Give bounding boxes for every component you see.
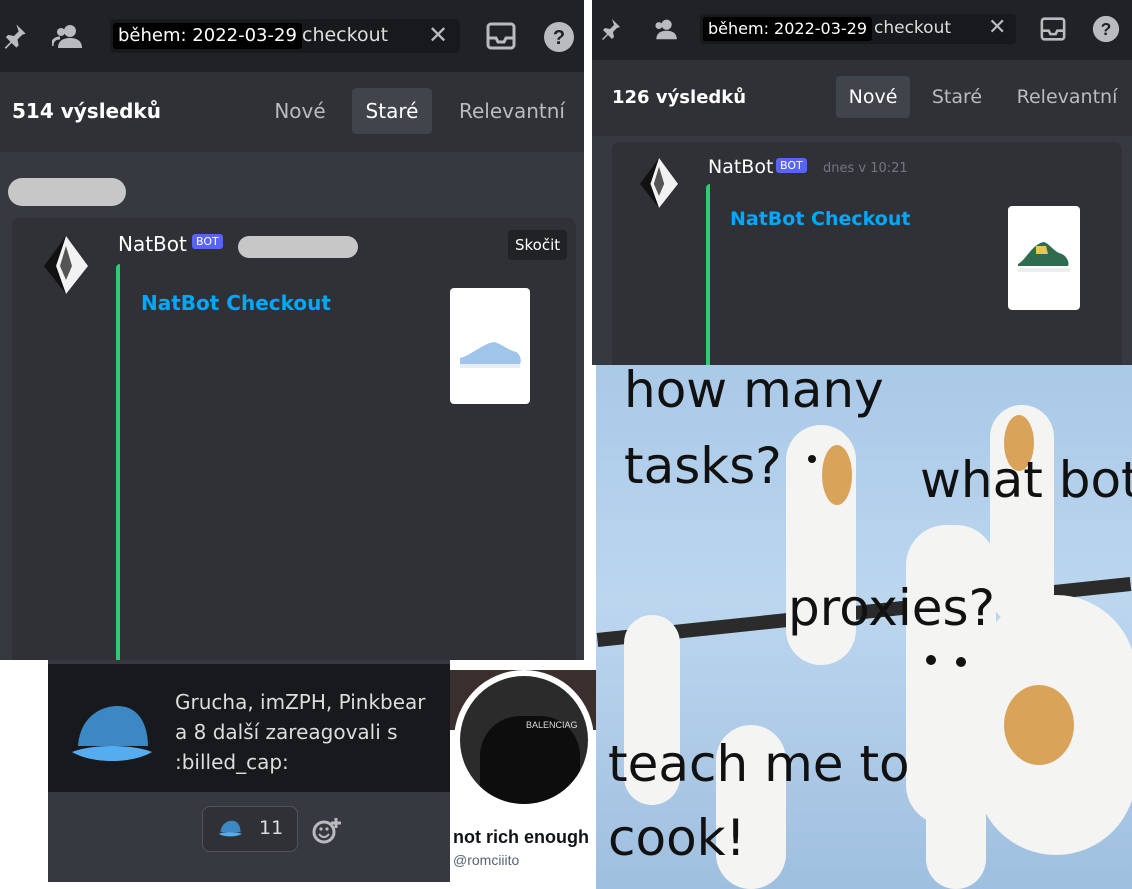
search-query: checkout <box>302 24 389 46</box>
inbox-icon[interactable] <box>1040 17 1066 41</box>
clear-icon[interactable]: ✕ <box>428 21 448 49</box>
results-count: 126 výsledků <box>612 87 747 108</box>
meme-text: teach me to <box>608 735 910 793</box>
reaction-tooltip: Grucha, imZPH, Pinkbear a 8 další zareag… <box>48 664 450 792</box>
left-search-panel: během: 2022-03-29 checkout ✕ ? 514 výsle… <box>0 0 584 660</box>
tab-relevant[interactable]: Relevantní <box>1004 76 1130 118</box>
sneaker-icon <box>460 342 521 368</box>
bot-badge: BOT <box>192 234 223 249</box>
reaction-users: Grucha, imZPH, Pinkbear <box>175 690 426 714</box>
help-icon[interactable]: ? <box>543 21 575 53</box>
seagull-eye <box>926 655 936 665</box>
results-header: 126 výsledků Nové Staré Relevantní <box>592 60 1132 136</box>
embed: NatBot Checkout <box>706 184 1102 365</box>
search-input[interactable]: během: 2022-03-29 checkout ✕ <box>700 14 1016 44</box>
reaction-others: a 8 další zareagovali s <box>175 720 398 744</box>
results-count: 514 výsledků <box>12 99 161 123</box>
username[interactable]: NatBot <box>708 156 773 178</box>
natbot-avatar <box>44 236 88 294</box>
meme-text: what bot <box>920 451 1132 509</box>
search-result[interactable]: NatBot BOT dnes v 10:21 NatBot Checkout <box>612 142 1122 365</box>
sneaker-thumbnail[interactable] <box>1008 206 1080 310</box>
seagull <box>926 765 986 889</box>
members-icon[interactable] <box>52 22 82 50</box>
search-input[interactable]: během: 2022-03-29 checkout ✕ <box>110 19 460 53</box>
seagull-beak <box>1004 685 1074 765</box>
embed: NatBot Checkout <box>116 264 552 660</box>
natbot-avatar <box>640 158 678 208</box>
tab-relevant[interactable]: Relevantní <box>448 88 576 134</box>
reaction-button[interactable]: 11 <box>202 806 298 852</box>
reaction-count: 11 <box>259 817 284 839</box>
seagulls-meme: how many tasks? what bot proxies? teach … <box>596 365 1132 889</box>
redacted-timestamp <box>238 236 358 258</box>
redacted-channel <box>8 178 126 206</box>
bot-badge: BOT <box>776 158 807 173</box>
right-search-panel: během: 2022-03-29 checkout ✕ ? 126 výsle… <box>592 0 1132 365</box>
svg-text:?: ? <box>1101 19 1112 39</box>
search-result[interactable]: NatBot BOT Skočit NatBot Checkout <box>12 218 576 660</box>
inbox-icon[interactable] <box>486 22 516 50</box>
tab-new[interactable]: Nové <box>262 88 338 134</box>
reaction-panel: Grucha, imZPH, Pinkbear a 8 další zareag… <box>48 660 450 882</box>
help-icon[interactable]: ? <box>1092 15 1120 43</box>
meme-text: cook! <box>608 809 746 867</box>
date-filter-chip[interactable]: během: 2022-03-29 <box>113 23 302 49</box>
date-filter-chip[interactable]: během: 2022-03-29 <box>703 17 873 41</box>
display-name[interactable]: not rich enough <box>453 827 589 848</box>
meme-text: how many <box>624 365 884 419</box>
reaction-emoji-name: :billed_cap: <box>175 750 289 774</box>
svg-text:?: ? <box>553 27 565 49</box>
seagull-beak <box>822 445 852 505</box>
timestamp: dnes v 10:21 <box>823 161 908 176</box>
seagull-eye <box>956 657 966 667</box>
shirt-logo: BALENCIAG <box>526 720 578 730</box>
meme-text: proxies? <box>788 579 996 637</box>
seagull-eye <box>808 455 816 463</box>
results-header: 514 výsledků Nové Staré Relevantní <box>0 72 584 152</box>
billed-cap-icon <box>72 706 152 761</box>
handle[interactable]: @romciiito <box>453 852 519 868</box>
pin-icon[interactable] <box>0 22 28 50</box>
search-query: checkout <box>874 18 952 38</box>
embed-title[interactable]: NatBot Checkout <box>141 291 331 315</box>
twitter-profile: BALENCIAG not rich enough @romciiito <box>450 670 610 882</box>
jump-button[interactable]: Skočit <box>508 230 568 260</box>
embed-title[interactable]: NatBot Checkout <box>730 208 910 230</box>
meme-text: tasks? <box>624 437 782 495</box>
tab-old[interactable]: Staré <box>920 76 994 118</box>
pin-icon[interactable] <box>598 17 622 41</box>
avatar[interactable]: BALENCIAG <box>460 676 588 804</box>
sneaker-icon <box>1018 242 1070 272</box>
members-icon[interactable] <box>650 17 678 41</box>
sneaker-thumbnail[interactable] <box>450 288 530 404</box>
tab-new[interactable]: Nové <box>836 76 910 118</box>
username[interactable]: NatBot <box>118 232 187 256</box>
tab-old[interactable]: Staré <box>352 88 432 134</box>
billed-cap-icon <box>218 820 242 837</box>
add-reaction-icon[interactable] <box>312 816 342 844</box>
clear-icon[interactable]: ✕ <box>988 15 1006 40</box>
